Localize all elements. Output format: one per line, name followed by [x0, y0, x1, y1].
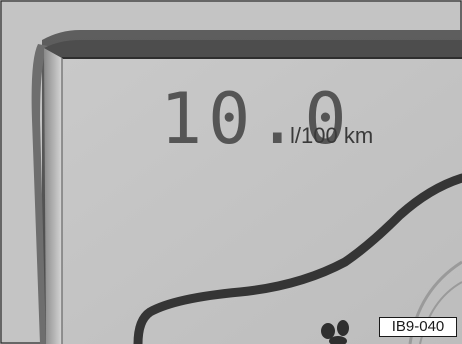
display-illustration: 10.0 l/100 km IB9-040: [0, 0, 462, 344]
figure-code-label: IB9-040: [379, 317, 457, 337]
instrument-display-drawing: [0, 0, 462, 344]
bezel-bevel-left: [44, 48, 62, 344]
consumption-unit: l/100 km: [290, 123, 374, 148]
bezel-bevel-top: [44, 40, 462, 58]
